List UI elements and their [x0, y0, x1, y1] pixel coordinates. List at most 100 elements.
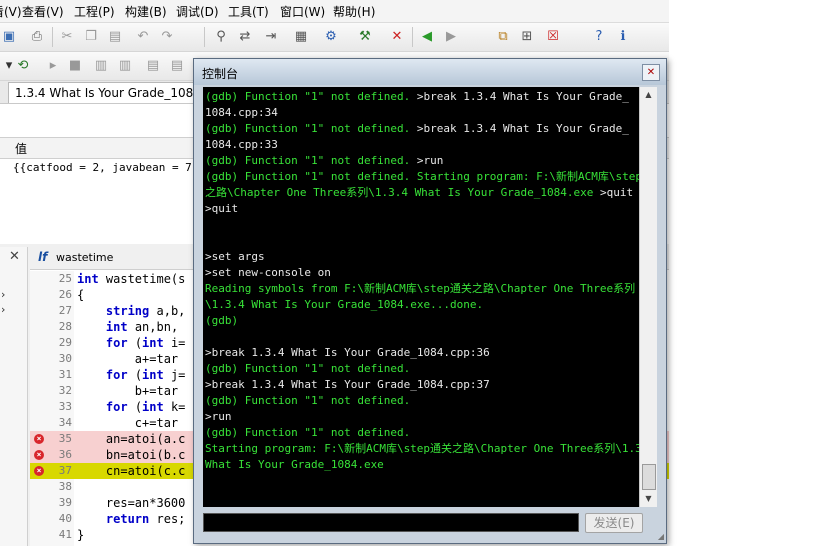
new-file-icon[interactable]: ▣: [0, 28, 18, 46]
back-icon[interactable]: ◀: [418, 28, 436, 46]
redo-icon[interactable]: ↷: [158, 28, 176, 46]
console-line: >set args: [205, 249, 265, 265]
console-line: (gdb) Function "1" not defined. >break 1…: [205, 121, 629, 137]
menu-window[interactable]: 窗口(W): [280, 3, 325, 20]
close-icon[interactable]: ✕: [9, 249, 20, 264]
locals-icon[interactable]: ▤: [168, 57, 186, 75]
user-command-text: 1084.cpp:34: [205, 106, 278, 119]
side-panel: ✕ › ›: [0, 247, 28, 546]
console-line: Starting program: F:\新制ACM库\step通关之路\Cha…: [205, 441, 639, 457]
breakpoint-icon[interactable]: ×: [34, 466, 44, 476]
line-number: 29: [58, 336, 72, 349]
watch-icon[interactable]: ▤: [144, 57, 162, 75]
menu-view[interactable]: 查看(V): [22, 3, 64, 20]
about-icon[interactable]: ℹ: [614, 28, 632, 46]
close-file-icon[interactable]: ☒: [544, 28, 562, 46]
line-number: 33: [58, 400, 72, 413]
debug-step-icon[interactable]: ▸: [44, 57, 62, 75]
debug-run-icon[interactable]: ⟲: [14, 57, 32, 75]
code-text: for (int j=: [105, 368, 186, 382]
print-icon[interactable]: ⎙: [28, 28, 46, 46]
user-command-text: >break 1.3.4 What Is Your Grade_1084.cpp…: [205, 346, 490, 359]
watch-column-value[interactable]: 值: [15, 140, 27, 157]
console-line: 1084.cpp:33: [205, 137, 278, 153]
line-number: 36: [58, 448, 72, 461]
debug-icon[interactable]: ✕: [388, 28, 406, 46]
scroll-down-icon[interactable]: ▼: [640, 491, 657, 507]
run-icon[interactable]: ⚙: [322, 28, 340, 46]
gdb-output-text: (gdb) Function "1" not defined.: [205, 362, 411, 375]
gdb-output-text: (gdb) Function "1" not defined.: [205, 122, 417, 135]
console-line: (gdb) Function "1" not defined. >break 1…: [205, 89, 629, 105]
line-number: 26: [58, 288, 72, 301]
undo-icon[interactable]: ↶: [134, 28, 152, 46]
console-input[interactable]: [203, 513, 579, 532]
console-line: (gdb) Function "1" not defined. Starting…: [205, 169, 639, 185]
help-icon[interactable]: ?: [590, 28, 608, 46]
console-scrollbar[interactable]: ▲ ▼: [639, 87, 657, 507]
console-line: 1084.cpp:34: [205, 105, 278, 121]
code-text: cn=atoi(c.c: [77, 464, 186, 478]
resize-grip-icon[interactable]: ◢: [658, 532, 664, 541]
gdb-output-text: (gdb) Function "1" not defined. Starting…: [205, 170, 639, 183]
line-number: 28: [58, 320, 72, 333]
cut-icon[interactable]: ✂: [58, 28, 76, 46]
code-text: {: [77, 288, 85, 302]
console-line: Reading symbols from F:\新制ACM库\step通关之路\…: [205, 281, 635, 297]
line-number: 37: [58, 464, 72, 477]
bookmark-icon[interactable]: ⧉: [494, 28, 512, 46]
binary-view-icon[interactable]: ▥: [92, 57, 110, 75]
line-number: 40: [58, 512, 72, 525]
binary-view2-icon[interactable]: ▥: [116, 57, 134, 75]
paste-icon[interactable]: ▤: [106, 28, 124, 46]
menu-help[interactable]: 帮助(H): [333, 3, 375, 20]
debug-stop-icon[interactable]: ■: [66, 57, 84, 75]
copy-icon[interactable]: ❐: [82, 28, 100, 46]
console-line: >break 1.3.4 What Is Your Grade_1084.cpp…: [205, 345, 490, 361]
code-text: }: [77, 528, 85, 542]
rebuild-icon[interactable]: ⚒: [356, 28, 374, 46]
function-tab-label[interactable]: wastetime: [56, 251, 113, 264]
code-text: an=atoi(a.c: [77, 432, 186, 446]
menu-view-partial[interactable]: 看(V): [0, 3, 22, 20]
function-icon: lf: [38, 250, 48, 264]
watch-row-value[interactable]: {{catfood = 2, javabean = 7, p: [13, 161, 212, 174]
breakpoint-icon[interactable]: ×: [34, 434, 44, 444]
breakpoint-icon[interactable]: ×: [34, 450, 44, 460]
menu-tools[interactable]: 工具(T): [228, 3, 269, 20]
code-text: a+=tar: [77, 352, 179, 366]
replace-icon[interactable]: ⇄: [236, 28, 254, 46]
chevron-right-icon[interactable]: ›: [1, 288, 5, 301]
scroll-thumb[interactable]: [642, 464, 656, 490]
line-number: 25: [58, 272, 72, 285]
console-line: >break 1.3.4 What Is Your Grade_1084.cpp…: [205, 377, 490, 393]
send-button[interactable]: 发送(E): [585, 513, 643, 533]
scroll-up-icon[interactable]: ▲: [640, 87, 657, 103]
forward-icon[interactable]: ▶: [442, 28, 460, 46]
gdb-output-text: (gdb) Function "1" not defined.: [205, 154, 417, 167]
user-command-text: 1084.cpp:33: [205, 138, 278, 151]
chevron-right-icon[interactable]: ›: [1, 303, 5, 316]
menu-build[interactable]: 构建(B): [125, 3, 167, 20]
line-number: 35: [58, 432, 72, 445]
console-titlebar[interactable]: 控制台 ✕: [194, 59, 666, 85]
user-command-text: >run: [205, 410, 232, 423]
console-line: (gdb): [205, 313, 238, 329]
code-text: int an,bn,: [105, 320, 179, 334]
code-text: bn=atoi(b.c: [77, 448, 186, 462]
console-line: (gdb) Function "1" not defined.: [205, 425, 410, 441]
line-number: 38: [58, 480, 72, 493]
line-number: 41: [58, 528, 72, 541]
console-line: \1.3.4 What Is Your Grade_1084.exe...don…: [205, 297, 483, 313]
close-icon[interactable]: ✕: [642, 64, 660, 81]
code-text: c+=tar: [77, 416, 179, 430]
code-text: for (int k=: [105, 400, 186, 414]
menu-project[interactable]: 工程(P): [74, 3, 115, 20]
code-text: return res;: [105, 512, 186, 526]
compile-icon[interactable]: ▦: [292, 28, 310, 46]
gdb-output-text: (gdb) Function "1" not defined.: [205, 90, 417, 103]
menu-debug[interactable]: 调试(D): [176, 3, 219, 20]
goto-icon[interactable]: ⇥: [262, 28, 280, 46]
insert-icon[interactable]: ⊞: [518, 28, 536, 46]
find-icon[interactable]: ⚲: [212, 28, 230, 46]
